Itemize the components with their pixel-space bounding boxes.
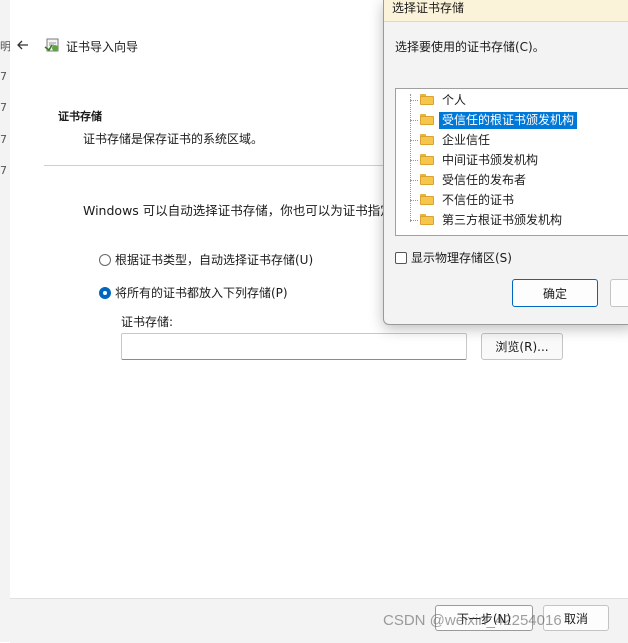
tree-item-label: 企业信任 [442,133,491,147]
tree-item-label: 受信任的发布者 [442,173,527,187]
intro-text: Windows 可以自动选择证书存储，你也可以为证书指定一 [83,203,393,218]
tree-item-personal[interactable]: 个人 [396,91,628,110]
tree-connector [410,140,418,141]
section-description: 证书存储是保存证书的系统区域。 [83,132,264,146]
dialog-title: 选择证书存储 [392,1,465,15]
auto-select-label: 根据证书类型，自动选择证书存储(U) [115,253,314,267]
tree-item-label: 个人 [442,93,467,107]
background-fragment: 7 [0,70,7,83]
wizard-title: 证书导入向导 [66,40,139,54]
tree-item-trusted-publishers[interactable]: 受信任的发布者 [396,171,628,190]
dialog-cancel-button[interactable] [610,279,628,307]
tree-connector [410,200,418,201]
background-fragment: 7 [0,164,7,177]
back-arrow-icon[interactable] [15,37,31,53]
folder-icon [420,174,434,185]
tree-item-label: 不信任的证书 [442,193,515,207]
tree-item-intermediate[interactable]: 中间证书颁发机构 [396,151,628,170]
folder-icon [420,134,434,145]
select-certificate-store-dialog: 选择证书存储 选择要使用的证书存储(C)。 个人 受信任的根证书颁发机构 企业信… [383,0,628,325]
divider [44,165,394,166]
tree-item-trusted-root[interactable]: 受信任的根证书颁发机构 [396,111,628,130]
folder-icon [420,194,434,205]
show-physical-stores-label: 显示物理存储区(S) [411,251,512,265]
auto-select-radio[interactable] [99,253,111,266]
folder-icon [420,94,434,105]
tree-item-label: 中间证书颁发机构 [442,153,539,167]
tree-connector [410,180,418,181]
place-in-store-radio[interactable] [99,286,111,299]
tree-item-enterprise-trust[interactable]: 企业信任 [396,131,628,150]
folder-icon [420,154,434,165]
folder-icon [420,214,434,225]
background-fragment: 7 [0,133,7,146]
certificate-icon [44,36,62,54]
place-in-store-option[interactable]: 将所有的证书都放入下列存储(P) [99,284,288,301]
dialog-prompt: 选择要使用的证书存储(C)。 [395,40,545,54]
tree-item-label: 第三方根证书颁发机构 [442,213,563,227]
auto-select-store-option[interactable]: 根据证书类型，自动选择证书存储(U) [99,251,313,268]
section-title: 证书存储 [58,110,102,123]
watermark: CSDN @weixin_42254016 [383,612,562,629]
show-physical-stores-checkbox[interactable] [395,251,407,264]
tree-item-untrusted[interactable]: 不信任的证书 [396,191,628,210]
show-physical-stores-option[interactable]: 显示物理存储区(S) [395,249,512,266]
browse-button[interactable]: 浏览(R)... [481,333,563,360]
tree-connector [410,220,418,221]
certificate-store-label: 证书存储: [121,315,174,329]
background-fragment: 7 [0,101,7,114]
certificate-store-tree[interactable]: 个人 受信任的根证书颁发机构 企业信任 中间证书颁发机构 受信任的发布者 不信任… [395,88,628,236]
tree-item-label: 受信任的根证书颁发机构 [439,112,578,129]
tree-connector [410,120,418,121]
ok-button[interactable]: 确定 [512,279,598,307]
tree-item-third-party-root[interactable]: 第三方根证书颁发机构 [396,211,628,230]
place-in-store-label: 将所有的证书都放入下列存储(P) [115,286,288,300]
tree-connector [410,100,418,101]
dialog-titlebar[interactable]: 选择证书存储 [384,0,628,22]
folder-icon [420,114,434,125]
wizard-header: 证书导入向导 [10,28,390,64]
certificate-store-field[interactable] [121,333,467,360]
tree-connector [410,160,418,161]
